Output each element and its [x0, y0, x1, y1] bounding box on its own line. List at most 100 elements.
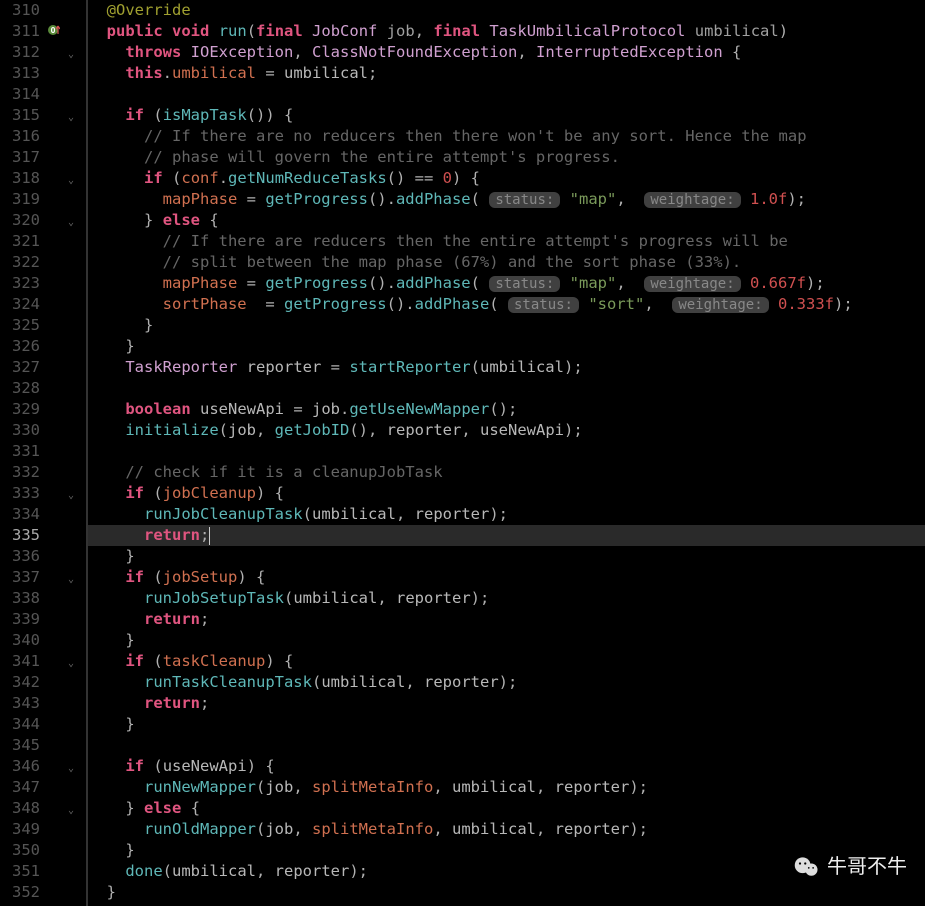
code-line[interactable]: boolean useNewApi = job.getUseNewMapper(…	[88, 399, 925, 420]
line-number[interactable]: 315	[0, 105, 40, 126]
code-line[interactable]: if (conf.getNumReduceTasks() == 0) {	[88, 168, 925, 189]
line-number[interactable]: 337	[0, 567, 40, 588]
code-line[interactable]	[88, 735, 925, 756]
fold-column[interactable]: ⌄ ⌄ ⌄ ⌄ ⌄ ⌄ ⌄ ⌄ ⌄	[66, 0, 86, 906]
line-number[interactable]: 320	[0, 210, 40, 231]
code-line[interactable]: initialize(job, getJobID(), reporter, us…	[88, 420, 925, 441]
line-number[interactable]: 312	[0, 42, 40, 63]
line-number[interactable]: 349	[0, 819, 40, 840]
code-line[interactable]	[88, 378, 925, 399]
code-line[interactable]: } else {	[88, 210, 925, 231]
code-line[interactable]: runJobCleanupTask(umbilical, reporter);	[88, 504, 925, 525]
code-line[interactable]: runJobSetupTask(umbilical, reporter);	[88, 588, 925, 609]
line-number[interactable]: 343	[0, 693, 40, 714]
line-number[interactable]: 342	[0, 672, 40, 693]
code-line[interactable]: // split between the map phase (67%) and…	[88, 252, 925, 273]
line-number[interactable]: 310	[0, 0, 40, 21]
code-editor[interactable]: 310 311 312 313 314 315 316 317 318 319 …	[0, 0, 925, 906]
gutter-marks: O	[48, 0, 66, 906]
code-line[interactable]: }	[88, 630, 925, 651]
line-number[interactable]: 311	[0, 21, 40, 42]
code-line[interactable]: runTaskCleanupTask(umbilical, reporter);	[88, 672, 925, 693]
line-number-active[interactable]: 335	[0, 525, 40, 546]
line-number[interactable]: 330	[0, 420, 40, 441]
code-line[interactable]: }	[88, 315, 925, 336]
code-line[interactable]: TaskReporter reporter = startReporter(um…	[88, 357, 925, 378]
override-marker-icon[interactable]: O	[48, 24, 60, 36]
code-line[interactable]: mapPhase = getProgress().addPhase( statu…	[88, 189, 925, 210]
code-line[interactable]: }	[88, 882, 925, 903]
fold-icon[interactable]: ⌄	[68, 212, 78, 222]
line-number[interactable]: 339	[0, 609, 40, 630]
line-number[interactable]: 319	[0, 189, 40, 210]
code-line[interactable]: if (isMapTask()) {	[88, 105, 925, 126]
code-area[interactable]: @Override public void run(final JobConf …	[88, 0, 925, 906]
code-line[interactable]: // check if it is a cleanupJobTask	[88, 462, 925, 483]
code-line[interactable]: if (jobSetup) {	[88, 567, 925, 588]
fold-icon[interactable]: ⌄	[68, 569, 78, 579]
param-hint: status:	[508, 297, 579, 313]
code-line[interactable]	[88, 84, 925, 105]
code-line[interactable]: // If there are no reducers then there w…	[88, 126, 925, 147]
line-number[interactable]: 347	[0, 777, 40, 798]
line-number[interactable]: 317	[0, 147, 40, 168]
line-number[interactable]: 334	[0, 504, 40, 525]
line-number[interactable]: 336	[0, 546, 40, 567]
code-line[interactable]: return;	[88, 609, 925, 630]
line-number[interactable]: 324	[0, 294, 40, 315]
code-line[interactable]: @Override	[88, 0, 925, 21]
line-number[interactable]: 340	[0, 630, 40, 651]
code-line[interactable]: }	[88, 546, 925, 567]
fold-icon[interactable]: ⌄	[68, 44, 78, 54]
code-line[interactable]: // If there are reducers then the entire…	[88, 231, 925, 252]
line-number[interactable]: 338	[0, 588, 40, 609]
code-line[interactable]: this.umbilical = umbilical;	[88, 63, 925, 84]
code-line[interactable]: if (taskCleanup) {	[88, 651, 925, 672]
line-number[interactable]: 346	[0, 756, 40, 777]
fold-icon[interactable]: ⌄	[68, 170, 78, 180]
code-line[interactable]	[88, 441, 925, 462]
code-line[interactable]: public void run(final JobConf job, final…	[88, 21, 925, 42]
fold-icon[interactable]: ⌄	[68, 107, 78, 117]
line-number[interactable]: 348	[0, 798, 40, 819]
line-number[interactable]: 332	[0, 462, 40, 483]
fold-icon[interactable]: ⌄	[68, 485, 78, 495]
code-line[interactable]: mapPhase = getProgress().addPhase( statu…	[88, 273, 925, 294]
code-line[interactable]: if (jobCleanup) {	[88, 483, 925, 504]
fold-icon[interactable]: ⌄	[68, 653, 78, 663]
line-number[interactable]: 313	[0, 63, 40, 84]
line-number[interactable]: 352	[0, 882, 40, 903]
code-line[interactable]: throws IOException, ClassNotFoundExcepti…	[88, 42, 925, 63]
line-number[interactable]: 345	[0, 735, 40, 756]
line-number[interactable]: 344	[0, 714, 40, 735]
line-number[interactable]: 314	[0, 84, 40, 105]
line-number[interactable]: 326	[0, 336, 40, 357]
code-line[interactable]: runOldMapper(job, splitMetaInfo, umbilic…	[88, 819, 925, 840]
line-number[interactable]: 331	[0, 441, 40, 462]
fold-icon[interactable]: ⌄	[68, 800, 78, 810]
fold-icon[interactable]: ⌄	[68, 758, 78, 768]
line-number[interactable]: 323	[0, 273, 40, 294]
line-number[interactable]: 318	[0, 168, 40, 189]
line-number[interactable]: 325	[0, 315, 40, 336]
line-number[interactable]: 333	[0, 483, 40, 504]
code-line-active[interactable]: return;	[88, 525, 925, 546]
line-number[interactable]: 350	[0, 840, 40, 861]
line-number[interactable]: 321	[0, 231, 40, 252]
line-number[interactable]: 327	[0, 357, 40, 378]
code-line[interactable]: return;	[88, 693, 925, 714]
line-number[interactable]: 322	[0, 252, 40, 273]
code-line[interactable]: } else {	[88, 798, 925, 819]
line-number-gutter[interactable]: 310 311 312 313 314 315 316 317 318 319 …	[0, 0, 48, 906]
code-line[interactable]: }	[88, 336, 925, 357]
line-number[interactable]: 341	[0, 651, 40, 672]
line-number[interactable]: 328	[0, 378, 40, 399]
code-line[interactable]: sortPhase = getProgress().addPhase( stat…	[88, 294, 925, 315]
line-number[interactable]: 329	[0, 399, 40, 420]
code-line[interactable]: if (useNewApi) {	[88, 756, 925, 777]
code-line[interactable]: runNewMapper(job, splitMetaInfo, umbilic…	[88, 777, 925, 798]
code-line[interactable]: }	[88, 714, 925, 735]
line-number[interactable]: 316	[0, 126, 40, 147]
code-line[interactable]: // phase will govern the entire attempt'…	[88, 147, 925, 168]
line-number[interactable]: 351	[0, 861, 40, 882]
